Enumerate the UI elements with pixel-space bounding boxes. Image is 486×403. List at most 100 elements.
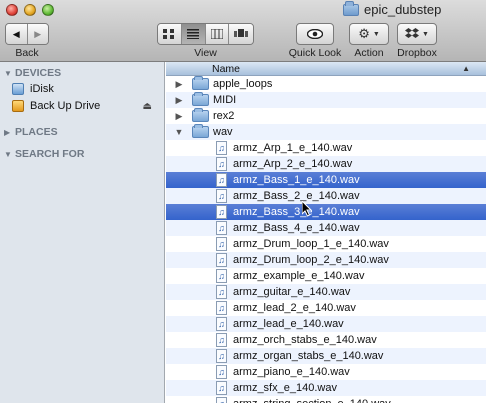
folder-icon (192, 76, 209, 90)
forward-arrow-icon: ▶ (34, 28, 42, 39)
icon-view-button[interactable] (158, 24, 182, 44)
file-row[interactable]: ♫ armz_Bass_4_e_140.wav (166, 220, 486, 236)
file-list: Name ▲ ▶ apple_loops ▶ MIDI ▶ rex2 ▼ wav ♫ armz_A… (166, 62, 486, 403)
chevron-down-icon: ▼ (372, 30, 380, 38)
idisk-icon (12, 83, 24, 95)
quick-look-label: Quick Look (288, 47, 342, 59)
name-column-header[interactable]: Name ▲ (166, 62, 486, 76)
list-view-icon (187, 29, 200, 39)
audio-file-icon: ♫ (216, 141, 227, 155)
sidebar-section-title: DEVICES (15, 67, 62, 79)
sidebar-section-title: SEARCH FOR (15, 148, 85, 160)
audio-file-icon: ♫ (216, 381, 227, 395)
file-name: armz_Arp_2_e_140.wav (233, 158, 353, 170)
file-row[interactable]: ♫ armz_lead_2_e_140.wav (166, 300, 486, 316)
file-name: armz_Bass_2_e_140.wav (233, 190, 360, 202)
file-row[interactable]: ♫ armz_string_section_e_140.wav (166, 396, 486, 403)
audio-file-icon: ♫ (216, 253, 227, 267)
sidebar-section-devices[interactable]: ▼ DEVICES (4, 67, 61, 79)
list-view-button[interactable] (181, 24, 206, 44)
sidebar-item-back-up-drive[interactable]: Back Up Drive ⏏ (12, 97, 158, 115)
file-row[interactable]: ♫ armz_Bass_1_e_140.wav (166, 172, 486, 188)
disclosure-collapsed-icon[interactable]: ▶ (174, 79, 184, 90)
forward-button[interactable]: ▶ (27, 24, 48, 44)
audio-file-icon: ♫ (216, 189, 227, 203)
coverflow-view-button[interactable] (229, 24, 253, 44)
audio-file-icon: ♫ (216, 205, 227, 219)
disclosure-collapsed-icon[interactable]: ▶ (174, 95, 184, 106)
audio-file-icon: ♫ (216, 397, 227, 403)
quick-look-button[interactable] (296, 23, 334, 45)
chevron-down-icon: ▼ (422, 30, 429, 38)
file-row[interactable]: ♫ armz_lead_e_140.wav (166, 316, 486, 332)
audio-file-icon: ♫ (216, 221, 227, 235)
file-name: armz_Bass_1_e_140.wav (233, 174, 360, 186)
file-name: armz_lead_e_140.wav (233, 318, 344, 330)
file-name: armz_guitar_e_140.wav (233, 286, 351, 298)
drive-icon (12, 100, 24, 112)
sidebar-section-search-for[interactable]: ▼ SEARCH FOR (4, 148, 84, 160)
file-name: armz_Bass_3_e_140.wav (233, 206, 360, 218)
sidebar-section-places[interactable]: ▶ PLACES (4, 126, 58, 138)
sidebar-item-label: Back Up Drive (30, 100, 101, 112)
file-name: armz_piano_e_140.wav (233, 366, 350, 378)
dropbox-button[interactable]: ▼ (397, 23, 437, 45)
dropbox-icon (405, 28, 420, 38)
gear-icon: ⚙ (358, 26, 370, 41)
column-view-icon (210, 29, 223, 39)
column-header-label: Name (212, 63, 241, 75)
folder-icon (192, 124, 209, 138)
minimize-window-button[interactable] (24, 4, 36, 16)
sidebar: ▼ DEVICES iDisk Back Up Drive ⏏ ▶ PLACES… (0, 62, 165, 403)
toolbar: epic_dubstep ◀ ▶ Back View Quick Look ⚙ … (0, 0, 486, 62)
file-row[interactable]: ♫ armz_Bass_2_e_140.wav (166, 188, 486, 204)
audio-file-icon: ♫ (216, 157, 227, 171)
back-button[interactable]: ◀ (6, 24, 28, 44)
file-row[interactable]: ♫ armz_Arp_1_e_140.wav (166, 140, 486, 156)
back-arrow-icon: ◀ (12, 28, 20, 39)
sidebar-item-label: iDisk (30, 83, 54, 95)
folder-row[interactable]: ▶ MIDI (166, 92, 486, 108)
eye-icon (307, 29, 323, 39)
folder-row[interactable]: ▼ wav (166, 124, 486, 140)
file-name: apple_loops (213, 78, 273, 90)
file-name: MIDI (213, 94, 237, 106)
disclosure-expanded-icon: ▼ (4, 68, 12, 78)
file-row[interactable]: ♫ armz_Drum_loop_2_e_140.wav (166, 252, 486, 268)
column-view-button[interactable] (205, 24, 230, 44)
close-window-button[interactable] (6, 4, 18, 16)
file-row[interactable]: ♫ armz_piano_e_140.wav (166, 364, 486, 380)
file-name: armz_orch_stabs_e_140.wav (233, 334, 377, 346)
disclosure-expanded-icon: ▼ (4, 149, 12, 159)
dropbox-label: Dropbox (397, 47, 437, 59)
sidebar-item-idisk[interactable]: iDisk (12, 80, 158, 98)
file-row[interactable]: ♫ armz_guitar_e_140.wav (166, 284, 486, 300)
zoom-window-button[interactable] (42, 4, 54, 16)
file-name: armz_Bass_4_e_140.wav (233, 222, 360, 234)
file-row[interactable]: ♫ armz_organ_stabs_e_140.wav (166, 348, 486, 364)
file-row[interactable]: ♫ armz_example_e_140.wav (166, 268, 486, 284)
file-name: armz_lead_2_e_140.wav (233, 302, 356, 314)
file-name: armz_organ_stabs_e_140.wav (233, 350, 384, 362)
file-name: rex2 (213, 110, 235, 122)
folder-row[interactable]: ▶ rex2 (166, 108, 486, 124)
audio-file-icon: ♫ (216, 269, 227, 283)
file-name: armz_Drum_loop_1_e_140.wav (233, 238, 389, 250)
audio-file-icon: ♫ (216, 301, 227, 315)
action-button[interactable]: ⚙ ▼ (349, 23, 389, 45)
audio-file-icon: ♫ (216, 333, 227, 347)
file-row[interactable]: ♫ armz_Bass_3_e_140.wav (166, 204, 486, 220)
audio-file-icon: ♫ (216, 173, 227, 187)
sidebar-section-title: PLACES (15, 126, 58, 138)
disclosure-expanded-icon[interactable]: ▼ (174, 127, 184, 137)
file-row[interactable]: ♫ armz_Drum_loop_1_e_140.wav (166, 236, 486, 252)
folder-row[interactable]: ▶ apple_loops (166, 76, 486, 92)
folder-icon (192, 108, 209, 122)
disclosure-collapsed-icon[interactable]: ▶ (174, 111, 184, 122)
file-row[interactable]: ♫ armz_orch_stabs_e_140.wav (166, 332, 486, 348)
file-row[interactable]: ♫ armz_Arp_2_e_140.wav (166, 156, 486, 172)
file-name: armz_example_e_140.wav (233, 270, 365, 282)
file-row[interactable]: ♫ armz_sfx_e_140.wav (166, 380, 486, 396)
folder-icon (192, 92, 209, 106)
eject-icon[interactable]: ⏏ (143, 101, 152, 112)
